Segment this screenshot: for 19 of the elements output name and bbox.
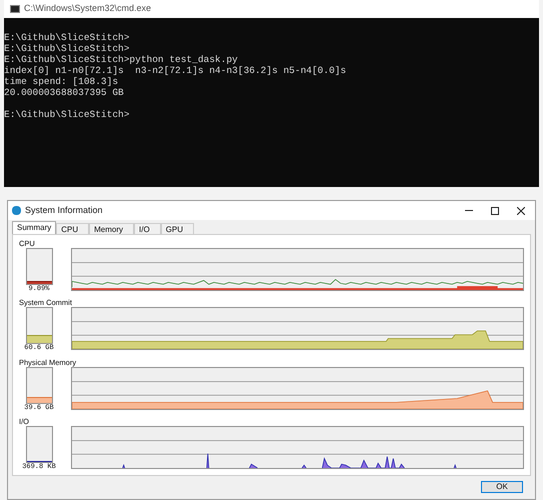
maximize-icon[interactable] — [491, 206, 499, 214]
terminal-icon — [10, 5, 20, 13]
tab[interactable]: CPU — [56, 223, 90, 234]
console-line: 20.000003688037395 GB — [4, 87, 125, 98]
console-line: time spend: [108.3]s — [4, 76, 120, 87]
ok-button[interactable]: OK — [481, 481, 523, 493]
tab[interactable]: I/O — [134, 223, 161, 234]
console-line: E:\Github\SliceStitch> — [4, 109, 130, 120]
tab[interactable]: Memory — [89, 223, 134, 234]
console-line: E:\Github\SliceStitch> — [4, 32, 130, 43]
window-title: C:\Windows\System32\cmd.exe — [24, 2, 152, 16]
console-line: index[0] n1-n0[72.1]s n3-n2[72.1]s n4-n3[36.2]s n5-n4[0.0]s — [4, 65, 348, 76]
tab[interactable]: GPU — [160, 223, 194, 234]
close-icon[interactable] — [517, 206, 525, 214]
console-line: E:\Github\SliceStitch>python test_dask.py — [4, 54, 239, 65]
console-line: E:\Github\SliceStitch> — [4, 43, 130, 54]
app-icon — [12, 206, 21, 215]
tab[interactable]: Summary — [12, 221, 56, 234]
window-title: System Information — [25, 204, 104, 217]
